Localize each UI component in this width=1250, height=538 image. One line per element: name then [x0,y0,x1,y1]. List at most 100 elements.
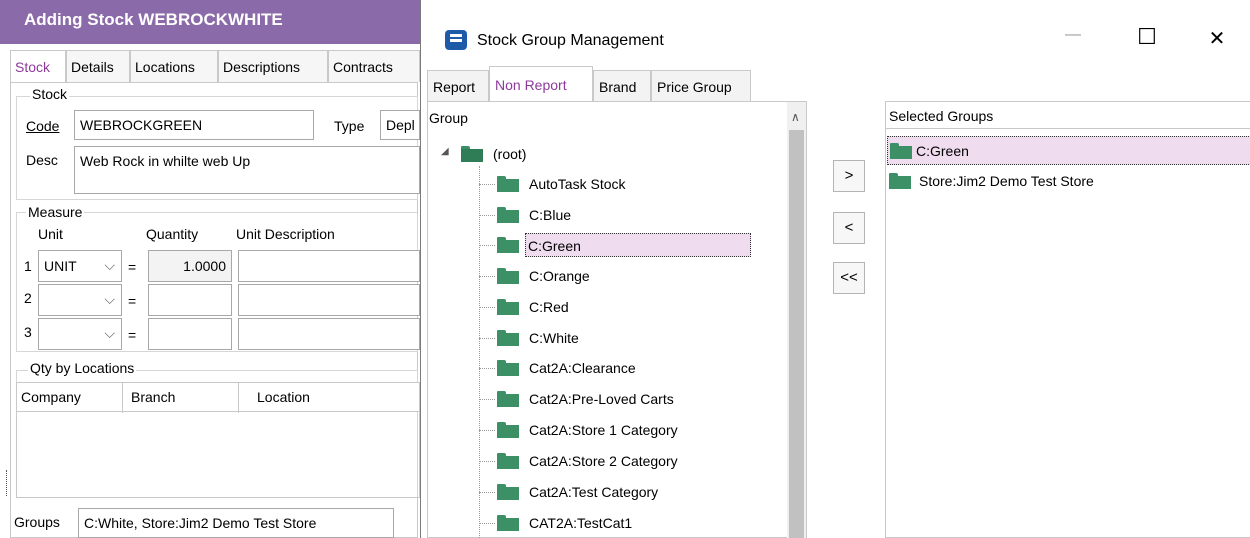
tree-item-label: C:Green [525,233,751,257]
equals-sign: = [128,327,137,343]
column-location[interactable]: Location [239,383,421,413]
add-group-button[interactable]: > [833,160,865,192]
unit-select[interactable]: UNIT ⌵ [38,250,122,282]
tree-item[interactable]: AutoTask Stock [497,171,626,197]
tree-line [479,245,495,246]
folder-icon [497,330,519,346]
tree-scrollbar[interactable]: ∧ [787,102,806,538]
tree-item[interactable]: C:White [497,325,579,351]
chevron-down-icon: ⌵ [104,325,115,341]
tree-line [479,184,495,185]
tree-item[interactable]: C:Orange [497,263,590,289]
locations-table-header: Company Branch Location [16,382,421,413]
tree-line [479,215,495,216]
unit-description-field[interactable] [238,284,420,316]
tree-line [479,399,495,400]
tree-item-label: CAT2A:TestCat1 [529,515,633,531]
stock-window-title: Adding Stock WEBROCKWHITE [0,0,420,44]
tree-line [479,368,495,369]
remove-group-button[interactable]: < [833,212,865,244]
tree-item[interactable]: Cat2A:Store 2 Category [497,448,678,474]
type-label: Type [334,118,365,134]
remove-all-groups-button[interactable]: << [833,262,865,294]
tree-root[interactable]: (root) [461,141,526,167]
tree-header: Group [429,110,468,126]
minimize-button[interactable]: — [1053,26,1093,44]
tree-item[interactable]: Cat2A:Pre-Loved Carts [497,386,674,412]
quantity-field[interactable]: 1.0000 [148,250,232,282]
tab-report[interactable]: Report [427,70,489,101]
scrollbar-thumb[interactable] [789,130,804,538]
folder-icon [497,484,519,500]
folder-icon [497,299,519,315]
chevron-down-icon: ⌵ [104,257,115,273]
column-company[interactable]: Company [17,383,123,413]
expand-arrow-icon[interactable]: ◢ [441,146,449,157]
tree-item[interactable]: C:Red [497,294,569,320]
tree-item-label: C:White [529,330,579,346]
unit-column-label: Unit [38,226,63,242]
measure-row-number: 2 [24,290,32,306]
tab-stock[interactable]: Stock [10,50,66,82]
tab-price-group[interactable]: Price Group [651,70,751,101]
tree-item[interactable]: C:Blue [497,202,571,228]
locations-table-body[interactable] [16,412,420,498]
tree-item-label: AutoTask Stock [529,176,626,192]
tree-line [479,338,495,339]
unit-description-field[interactable] [238,318,420,350]
tab-locations[interactable]: Locations [130,50,218,82]
header-divider [885,128,1250,129]
measure-legend: Measure [26,204,85,220]
tree-item-label: Cat2A:Clearance [529,360,636,376]
folder-icon [497,268,519,284]
quantity-field[interactable] [148,318,232,350]
selected-group-item[interactable]: C:Green [887,136,1250,165]
unit-description-field[interactable] [238,250,420,282]
chevron-down-icon: ⌵ [104,291,115,307]
unit-select[interactable]: ⌵ [38,318,122,350]
tab-descriptions[interactable]: Descriptions [218,50,328,82]
dialog-title: Stock Group Management [477,32,664,49]
code-field[interactable]: WEBROCKGREEN [74,110,314,140]
tree-line [479,492,495,493]
tree-item[interactable]: Cat2A:Test Category [497,479,658,505]
stock-legend: Stock [30,86,70,102]
selected-groups-list[interactable] [885,101,1250,538]
desc-field[interactable]: Web Rock in whilte web Up [74,146,420,194]
equals-sign: = [128,259,137,275]
folder-open-icon [461,146,483,162]
unit-select-value: UNIT [44,258,77,274]
tree-item-label: (root) [493,146,527,162]
column-branch[interactable]: Branch [123,383,239,413]
tab-non-report[interactable]: Non Report [489,66,593,101]
splitter-handle[interactable] [6,470,8,496]
tree-line [479,461,495,462]
quantity-column-label: Quantity [146,226,199,242]
tree-item[interactable]: Cat2A:Clearance [497,355,636,381]
tab-brand[interactable]: Brand [593,70,651,101]
stock-group-management-dialog: Stock Group Management — ☐ ✕ Report Non … [420,0,1250,538]
equals-sign: = [128,293,137,309]
measure-row-number: 1 [24,258,32,274]
tree-item-selected[interactable]: C:Green [497,232,751,258]
tree-line [479,166,480,538]
selected-group-label: Store:Jim2 Demo Test Store [919,173,1094,189]
maximize-button[interactable]: ☐ [1127,24,1167,50]
close-button[interactable]: ✕ [1197,26,1237,51]
groups-field[interactable]: C:White, Store:Jim2 Demo Test Store [78,508,394,538]
tree-item[interactable]: Cat2A:Store 1 Category [497,417,678,443]
folder-icon [497,422,519,438]
type-field[interactable]: Depl [380,110,420,140]
selected-groups-header: Selected Groups [889,108,994,124]
scroll-up-icon[interactable]: ∧ [791,110,800,124]
code-label: Code [26,118,60,134]
tab-details[interactable]: Details [66,50,130,82]
tab-contracts[interactable]: Contracts [328,50,420,82]
tree-item[interactable]: CAT2A:TestCat1 [497,510,632,536]
selected-group-item[interactable]: Store:Jim2 Demo Test Store [889,168,1094,194]
tree-item-label: Cat2A:Test Category [529,484,659,500]
unit-select[interactable]: ⌵ [38,284,122,316]
tree-item-label: Cat2A:Pre-Loved Carts [529,391,674,407]
tree-line [479,307,495,308]
quantity-field[interactable] [148,284,232,316]
